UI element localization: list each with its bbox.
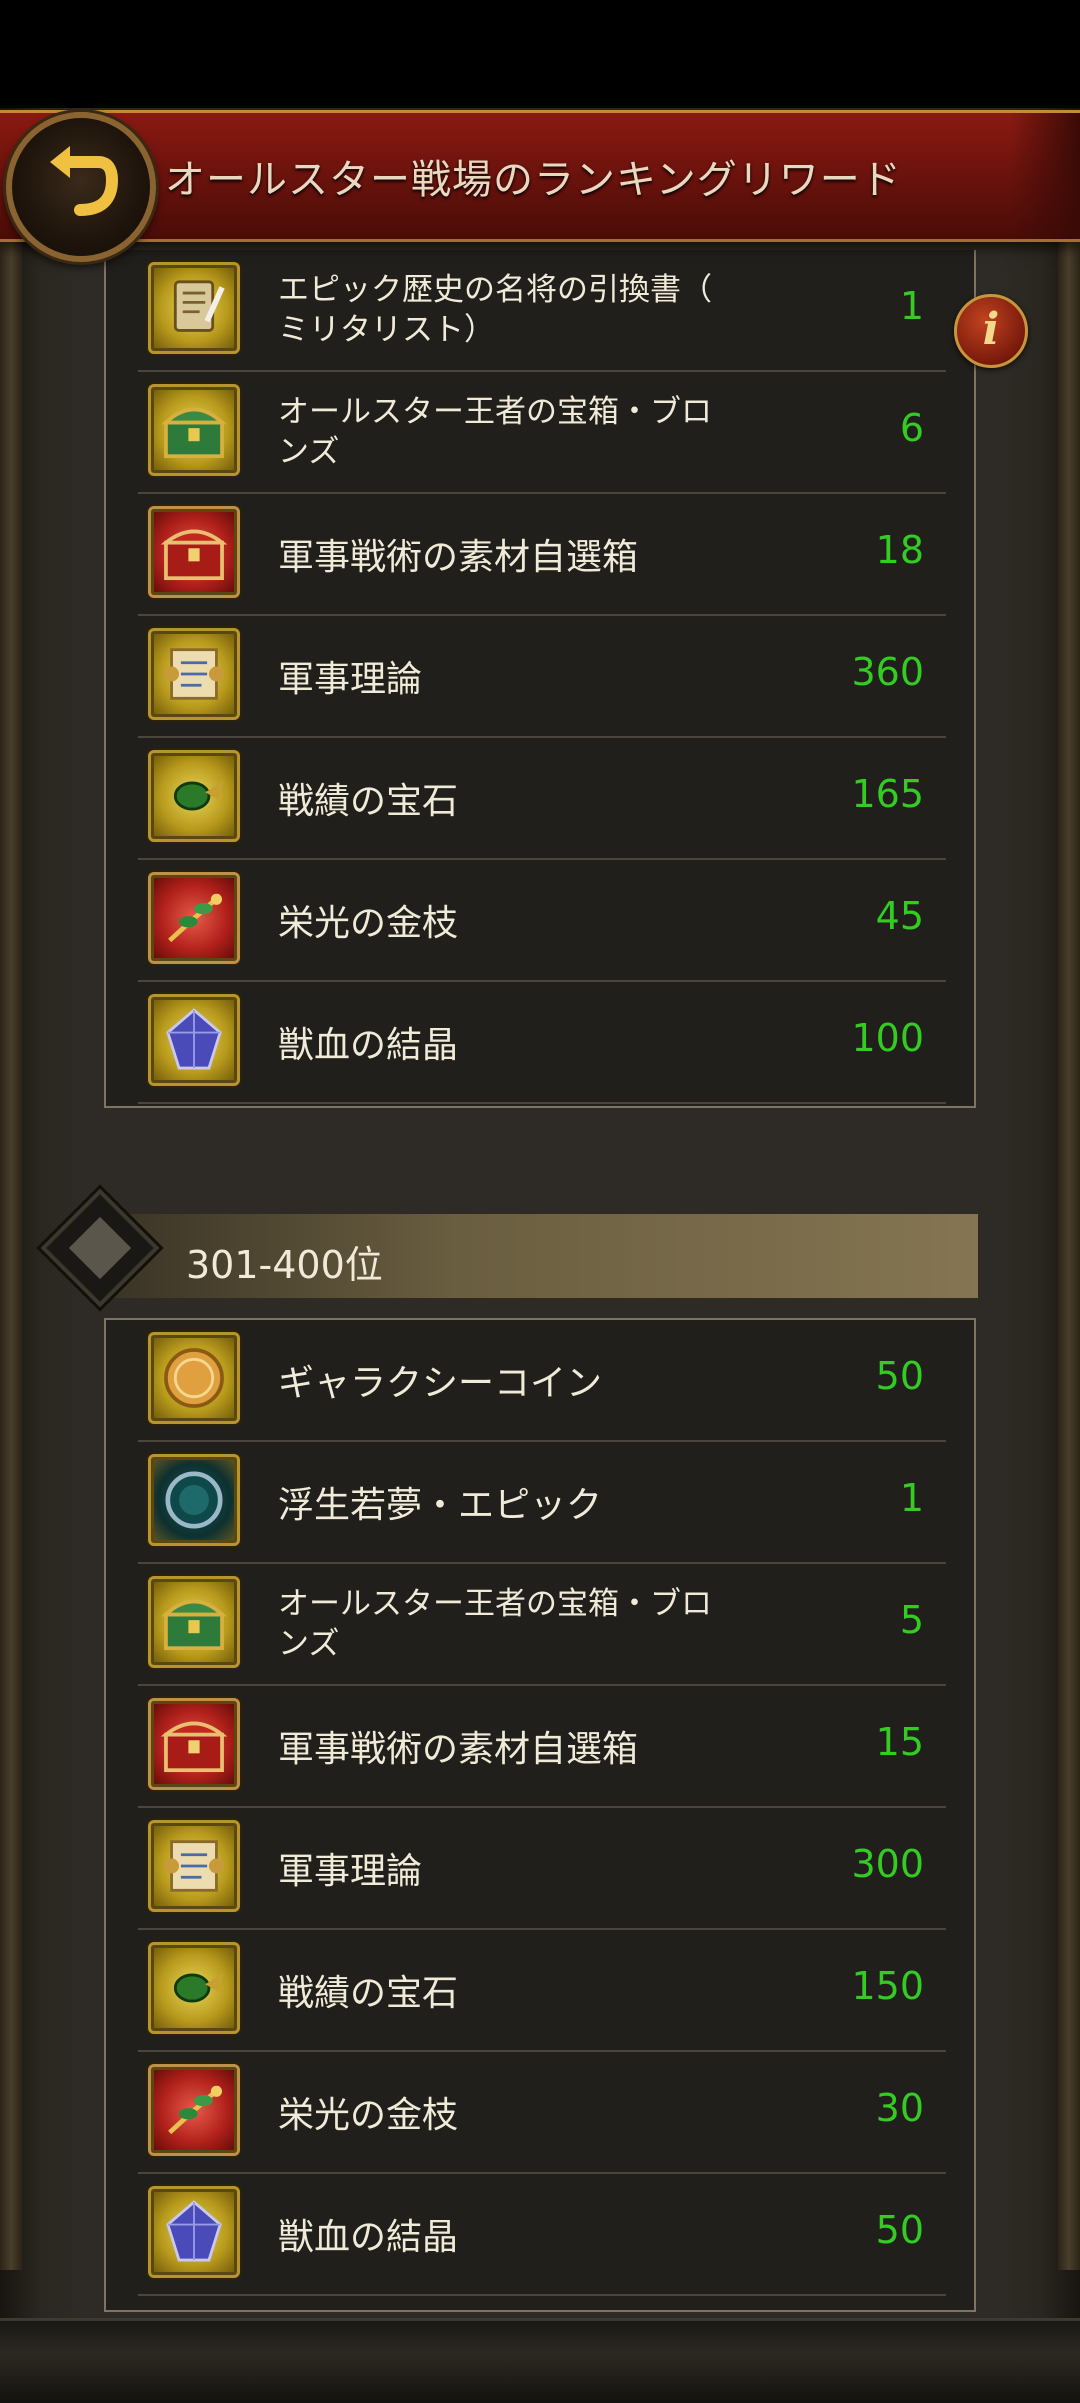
crystal-icon[interactable] [148,994,240,1086]
list-item: オールスター王者の宝箱・ブロ ンズ 6 [138,372,946,494]
list-item: 軍事理論 300 [138,1808,946,1930]
reward-list-previous-rank: エピック歴史の名将の引換書（ ミリタリスト） 1 オールスター王者の宝箱・ブロ ンズ… [104,250,976,1108]
green-gem-icon[interactable] [148,750,240,842]
item-name: 獣血の結晶 [278,1025,459,1066]
info-icon: i [982,304,1000,355]
scroll-feather-icon[interactable] [148,262,240,354]
treasure-chest-icon[interactable] [148,384,240,476]
list-item: 軍事戦術の素材自選箱 15 [138,1686,946,1808]
list-item: エピック歴史の名将の引換書（ ミリタリスト） 1 [138,250,946,372]
item-count: 165 [851,772,924,816]
list-item: 栄光の金枝 30 [138,2052,946,2174]
list-item: 軍事理論 360 [138,616,946,738]
item-count: 30 [875,2086,924,2130]
rank-range-label: 301-400位 [186,1243,383,1287]
item-name: 栄光の金枝 [278,2095,459,2136]
item-count: 50 [875,2208,924,2252]
list-item: 戦績の宝石 165 [138,738,946,860]
treasure-chest-icon[interactable] [148,1576,240,1668]
item-count: 5 [899,1598,924,1642]
item-name: 獣血の結晶 [278,2217,459,2258]
item-name: オールスター王者の宝箱・ブロ ンズ [278,394,712,470]
item-count: 18 [875,528,924,572]
list-item: 戦績の宝石 150 [138,1930,946,2052]
item-count: 15 [875,1720,924,1764]
list-item: オールスター王者の宝箱・ブロ ンズ 5 [138,1564,946,1686]
item-count: 6 [899,406,924,450]
item-name: 戦績の宝石 [278,781,459,822]
red-chest-icon[interactable] [148,1698,240,1790]
item-count: 1 [899,1476,924,1520]
item-name: 浮生若夢・エピック [278,1485,603,1526]
item-count: 45 [875,894,924,938]
list-item: 軍事戦術の素材自選箱 18 [138,494,946,616]
list-item: 獣血の結晶 50 [138,2174,946,2296]
title-bar: オールスター戦場のランキングリワード [0,110,1080,242]
coin-icon[interactable] [148,1332,240,1424]
crystal-icon[interactable] [148,2186,240,2278]
red-chest-icon[interactable] [148,506,240,598]
bottom-frame [0,2318,1080,2403]
item-count: 360 [851,650,924,694]
status-bar [0,0,1080,108]
reward-list-301-400: ギャラクシーコイン 50 浮生若夢・エピック 1 オールスター王者の宝箱・ブロン… [104,1318,976,2312]
rank-section-banner: 301-400位 [110,1214,978,1298]
item-count: 50 [875,1354,924,1398]
item-name: 戦績の宝石 [278,1973,459,2014]
page-title: オールスター戦場のランキングリワード [165,157,902,203]
golden-branch-icon[interactable] [148,872,240,964]
item-count: 100 [851,1016,924,1060]
list-item: 浮生若夢・エピック 1 [138,1442,946,1564]
golden-branch-icon[interactable] [148,2064,240,2156]
list-item: 栄光の金枝 45 [138,860,946,982]
panel-frame-left [0,160,22,2270]
frame-ring-icon[interactable] [148,1454,240,1546]
item-name: 軍事戦術の素材自選箱 [278,537,639,578]
item-name: 軍事戦術の素材自選箱 [278,1729,639,1770]
item-name: オールスター王者の宝箱・ブロ ンズ [278,1586,712,1662]
list-item: ギャラクシーコイン 50 [138,1320,946,1442]
item-name: 軍事理論 [278,1851,423,1892]
item-name: 栄光の金枝 [278,903,459,944]
list-item: 獣血の結晶 100 [138,982,946,1104]
item-name: ギャラクシーコイン [278,1363,603,1404]
green-gem-icon[interactable] [148,1942,240,2034]
panel-frame-right [1058,160,1080,2270]
back-button[interactable] [6,112,156,262]
back-arrow-icon [50,146,119,216]
item-name: エピック歴史の名将の引換書（ ミリタリスト） [278,272,712,348]
item-name: 軍事理論 [278,659,423,700]
item-count: 300 [851,1842,924,1886]
item-count: 150 [851,1964,924,2008]
scroll-icon[interactable] [148,628,240,720]
info-button[interactable]: i [954,294,1028,368]
scroll-icon[interactable] [148,1820,240,1912]
item-count: 1 [899,284,924,328]
